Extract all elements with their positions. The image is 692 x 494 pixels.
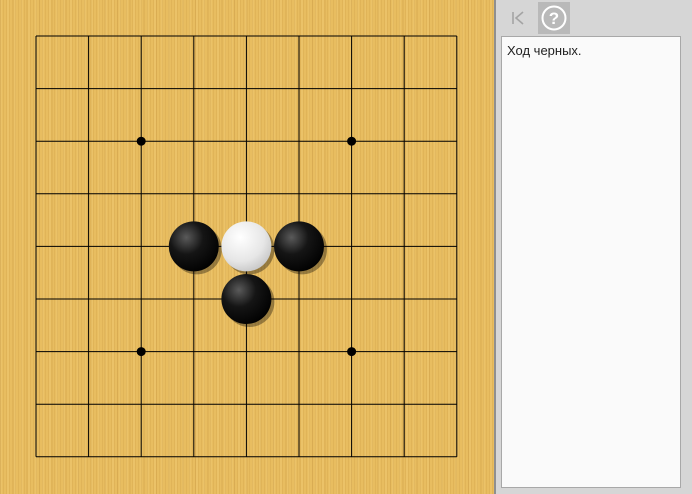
help-button[interactable]: ? bbox=[538, 2, 570, 34]
star-point bbox=[136, 347, 146, 357]
game-log[interactable]: Ход черных. bbox=[501, 36, 681, 488]
go-board[interactable] bbox=[0, 0, 494, 494]
first-move-button[interactable] bbox=[502, 2, 534, 34]
star-point bbox=[347, 136, 357, 146]
white-stone bbox=[221, 221, 275, 275]
first-move-icon bbox=[512, 11, 524, 25]
side-panel: ? Ход черных. bbox=[496, 0, 692, 494]
toolbar: ? bbox=[496, 0, 692, 36]
black-stone bbox=[221, 274, 275, 327]
black-stone bbox=[274, 221, 327, 275]
star-point bbox=[347, 347, 357, 357]
go-board-area[interactable] bbox=[0, 0, 494, 494]
status-text: Ход черных. bbox=[507, 43, 582, 58]
star-point bbox=[136, 136, 146, 146]
help-circle-icon: ? bbox=[541, 5, 567, 31]
svg-text:?: ? bbox=[549, 9, 559, 28]
black-stone bbox=[168, 221, 222, 275]
